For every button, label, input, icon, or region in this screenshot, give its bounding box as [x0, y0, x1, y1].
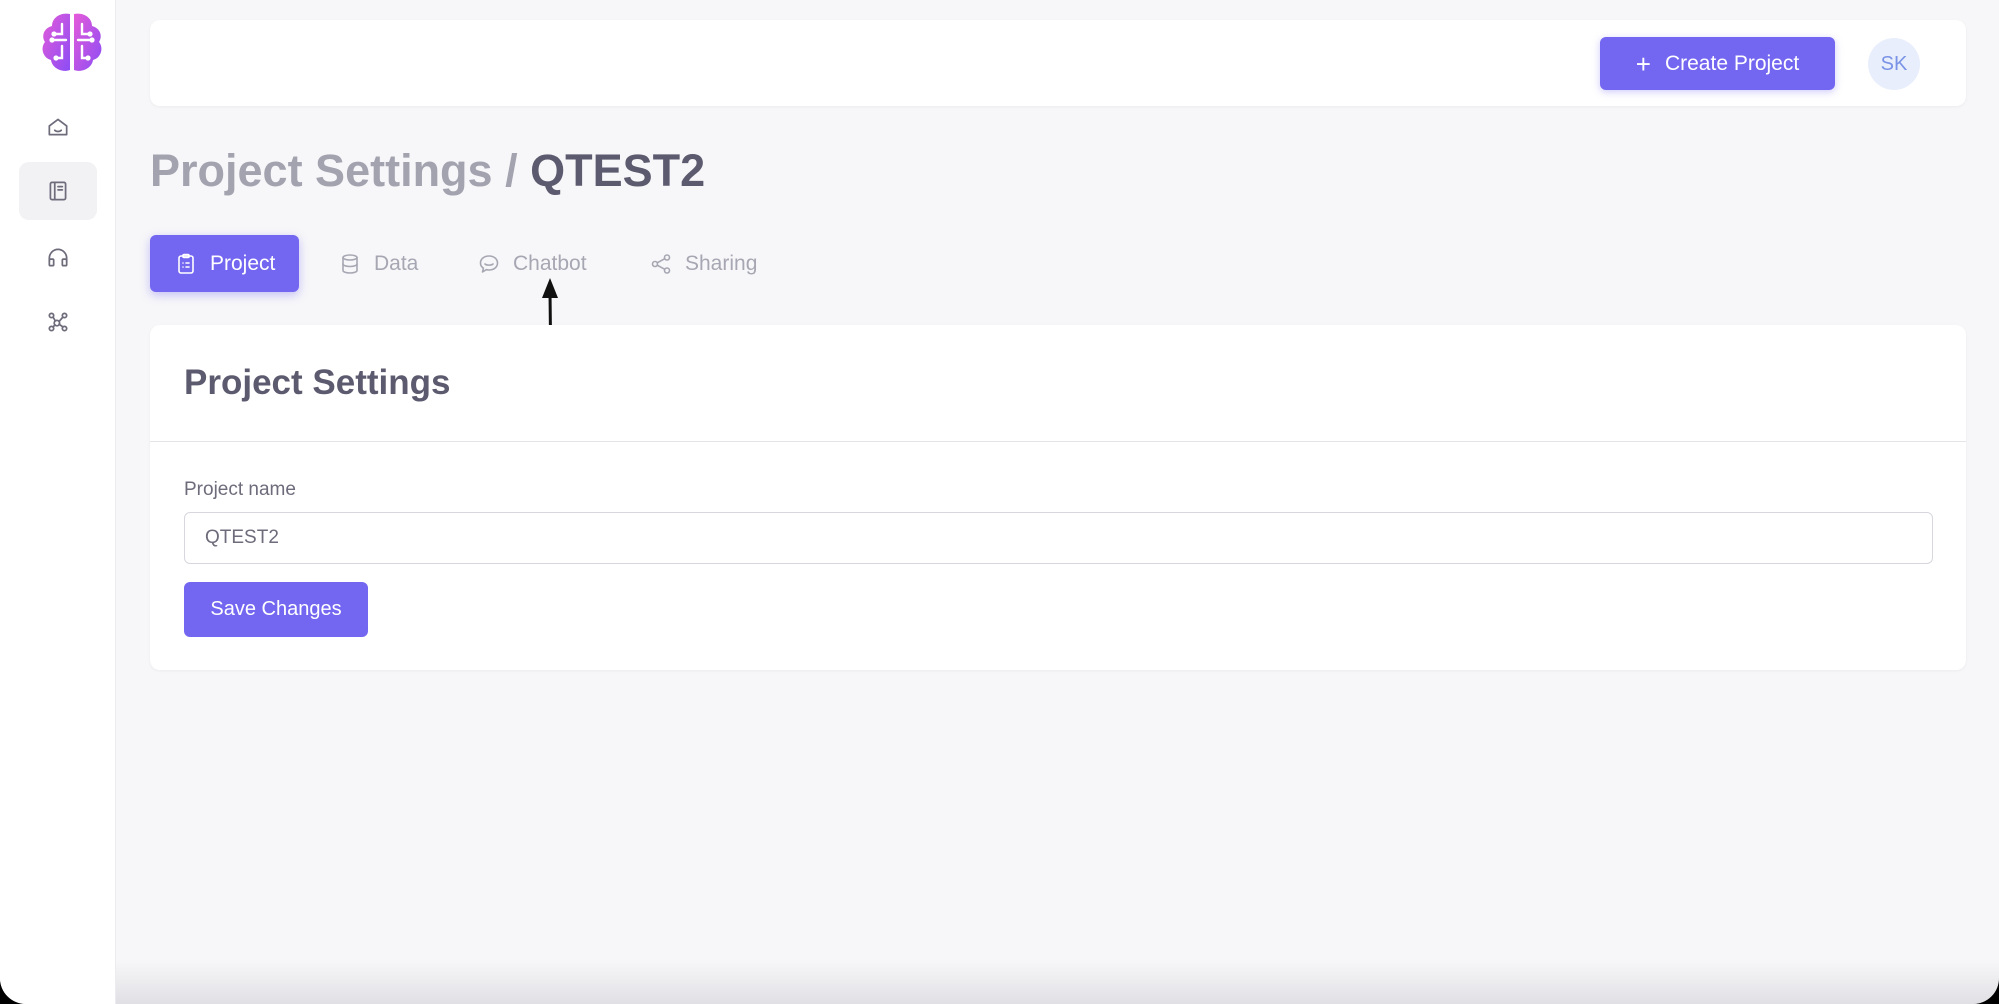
share-icon	[651, 253, 671, 274]
tab-sharing[interactable]: Sharing	[649, 235, 757, 292]
brain-logo-icon[interactable]	[38, 10, 106, 76]
tab-project[interactable]: Project	[150, 235, 300, 292]
card-title: Project Settings	[184, 363, 451, 402]
create-project-button[interactable]: + Create Project	[1600, 37, 1835, 90]
avatar[interactable]: SK	[1868, 38, 1920, 90]
network-icon	[48, 312, 68, 332]
window-frame: + Create Project SK Project Settings / Q…	[0, 0, 1999, 1004]
project-name-label: Project name	[184, 479, 296, 500]
tab-project-label: Project	[210, 251, 276, 275]
tab-data-label: Data	[374, 251, 419, 275]
plus-icon: +	[1635, 48, 1651, 79]
app-screen: + Create Project SK Project Settings / Q…	[0, 0, 1999, 1004]
sidebar-item-integrations[interactable]	[19, 293, 97, 351]
breadcrumb-current: QTEST2	[530, 145, 706, 196]
tab-chatbot-label: Chatbot	[513, 251, 587, 275]
breadcrumb-separator: /	[505, 145, 518, 196]
home-icon	[48, 118, 68, 136]
headphones-icon	[48, 248, 68, 267]
sidebar-item-home[interactable]	[19, 98, 97, 156]
chat-bubble-icon	[479, 254, 499, 273]
sidebar-item-support[interactable]	[19, 228, 97, 286]
page-title: Project Settings / QTEST2	[150, 145, 705, 197]
create-project-label: Create Project	[1664, 51, 1800, 75]
tab-data[interactable]: Data	[338, 235, 418, 292]
project-settings-card: Project Settings Project name Save Chang…	[150, 325, 1966, 670]
tab-chatbot[interactable]: Chatbot	[477, 235, 587, 292]
bottom-shadow	[116, 960, 1999, 1004]
database-icon	[342, 253, 358, 274]
book-icon	[49, 181, 67, 201]
sidebar-item-projects[interactable]	[19, 162, 97, 220]
breadcrumb-section[interactable]: Project Settings	[150, 145, 493, 196]
project-name-input[interactable]	[184, 512, 1933, 564]
tab-sharing-label: Sharing	[685, 251, 758, 275]
card-divider	[150, 441, 1966, 442]
save-changes-button[interactable]: Save Changes	[184, 582, 368, 637]
clipboard-icon	[178, 253, 194, 274]
sidebar	[0, 0, 116, 1004]
